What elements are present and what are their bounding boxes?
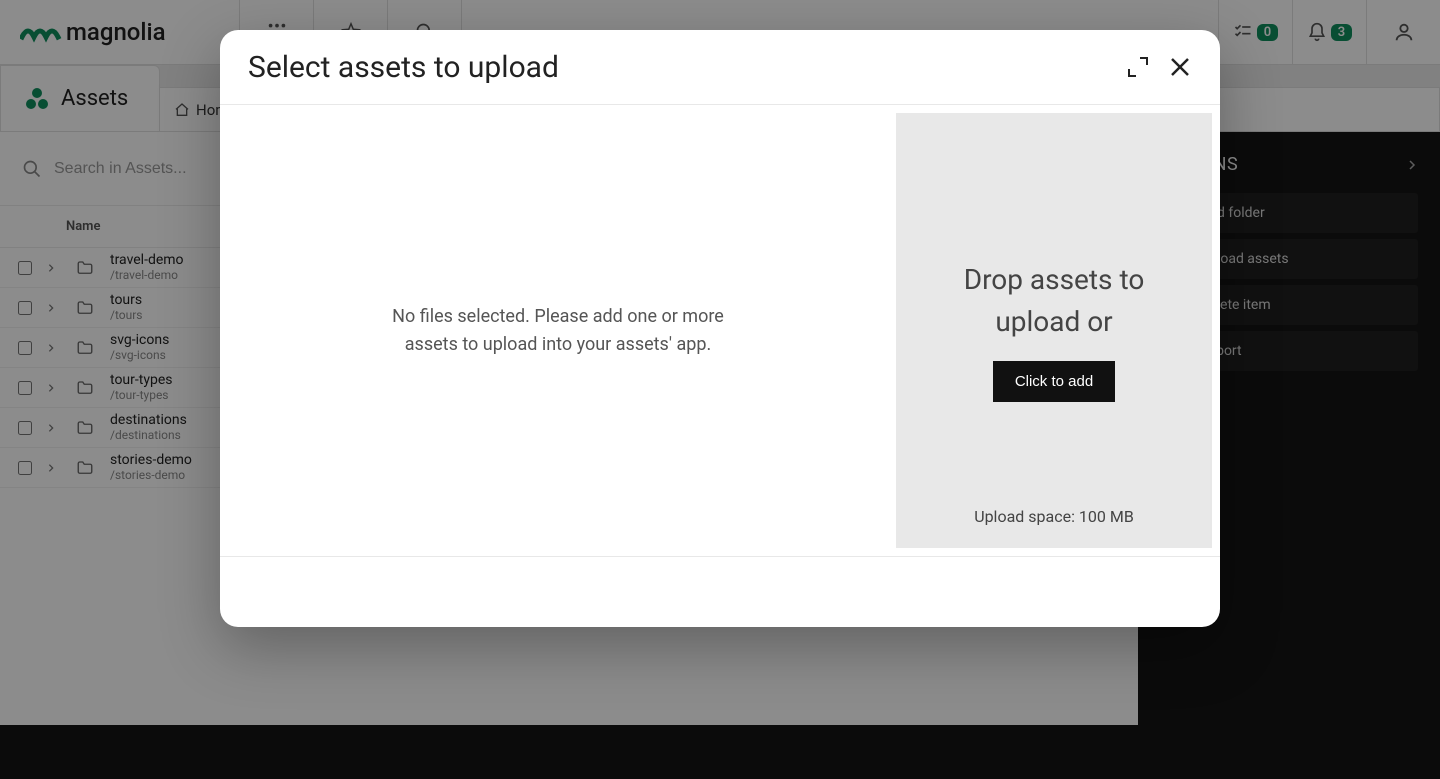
upload-space-label: Upload space: 100 MB	[896, 507, 1212, 526]
click-to-add-button[interactable]: Click to add	[993, 361, 1115, 402]
drop-zone[interactable]: Drop assets to upload or Click to add Up…	[896, 113, 1212, 548]
modal-header: Select assets to upload	[220, 30, 1220, 105]
modal-overlay: Select assets to upload No files selecte…	[0, 0, 1440, 779]
expand-icon[interactable]	[1126, 55, 1150, 79]
close-icon[interactable]	[1168, 55, 1192, 79]
drop-text: Drop assets to upload or	[926, 259, 1182, 343]
upload-modal: Select assets to upload No files selecte…	[220, 30, 1220, 627]
modal-left: No files selected. Please add one or mor…	[220, 113, 896, 548]
no-files-message: No files selected. Please add one or mor…	[368, 303, 748, 359]
modal-footer	[220, 557, 1220, 627]
modal-title: Select assets to upload	[248, 50, 1126, 85]
modal-body: No files selected. Please add one or mor…	[220, 105, 1220, 557]
